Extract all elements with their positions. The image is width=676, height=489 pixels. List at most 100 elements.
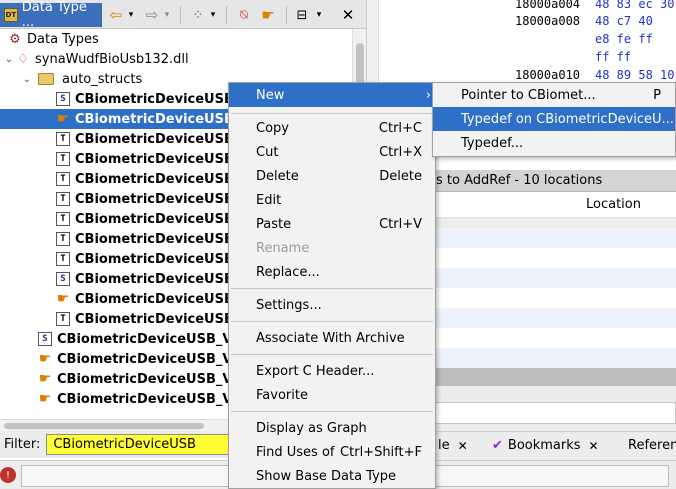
menu-item-label: Favorite [256, 387, 308, 403]
listing-address[interactable]: 18000a004 [515, 0, 580, 11]
chevron-down-icon[interactable]: ⌄ [2, 54, 16, 65]
location-column-header[interactable]: Location [586, 197, 641, 212]
data-types-root-icon: ⚙ [9, 31, 21, 47]
tab-console-label: le [438, 438, 450, 453]
menu-item-favorite[interactable]: Favorite [229, 383, 435, 407]
tree-item-label: CBiometricDeviceUSB [75, 271, 234, 287]
tree-item-label: CBiometricDeviceUSB [75, 111, 234, 127]
tree-item-label: CBiometricDeviceUSB [75, 311, 234, 327]
menu-item-shortcut: P [653, 87, 661, 103]
menu-item-label: Delete [256, 168, 299, 184]
listing-address[interactable]: 18000a008 [515, 14, 580, 28]
tree-folder-label: auto_structs [62, 71, 143, 87]
menu-item-label: Associate With Archive [256, 330, 405, 346]
menu-item-display-as-graph[interactable]: Display as Graph [229, 416, 435, 440]
submenu-item-typedef-on[interactable]: Typedef on CBiometricDeviceU... [433, 107, 675, 131]
tab-bookmarks[interactable]: ✔ Bookmarks ✕ [492, 438, 599, 453]
menu-item-label: Export C Header... [256, 363, 375, 379]
listing-bytes[interactable]: 48 89 58 10 [595, 68, 674, 82]
pointer-hand-icon: ☛ [38, 391, 52, 407]
typedef-icon: T [56, 212, 70, 226]
tree-item-label: CBiometricDeviceUSB_Vt [57, 331, 239, 347]
menu-item-label: Display as Graph [256, 420, 367, 436]
data-type-manager-icon: DT [4, 8, 18, 22]
back-arrow-icon[interactable]: ⇦ [106, 5, 126, 25]
typedef-icon: T [56, 232, 70, 246]
menu-item-new[interactable]: New › [229, 83, 435, 107]
data-type-manager-tab[interactable]: DT Data Type ... [0, 0, 102, 30]
menu-item-export-c-header[interactable]: Export C Header... [229, 359, 435, 383]
struct-icon: S [56, 272, 70, 286]
tree-item-label: CBiometricDeviceUSB [75, 171, 234, 187]
filter-no-pointers-icon[interactable]: ⍉ [234, 5, 254, 25]
context-menu: New › Copy Ctrl+C Cut Ctrl+X Delete Dele… [228, 82, 436, 489]
menu-item-shortcut: Ctrl+V [379, 216, 422, 232]
submenu-item-typedef[interactable]: Typedef... [433, 131, 675, 155]
expand-types-icon[interactable]: ⁘ [188, 5, 208, 25]
forward-dropdown-icon[interactable]: ▾ [162, 5, 172, 25]
listing-bytes[interactable]: e8 fe ff [595, 32, 653, 46]
tree-item-label: CBiometricDeviceUSB [75, 191, 234, 207]
menu-item-rename: Rename [229, 236, 435, 260]
listing-bytes[interactable]: 48 83 ec 30 [595, 0, 674, 11]
tab-console[interactable]: le ✕ [438, 438, 468, 453]
struct-icon: S [56, 92, 70, 106]
tree-item-label: CBiometricDeviceUSB_Vt [57, 351, 239, 367]
tree-item-label: CBiometricDeviceUSB [75, 91, 234, 107]
tree-root[interactable]: ⚙ Data Types [0, 29, 352, 49]
menu-item-associate-with-archive[interactable]: Associate With Archive [229, 326, 435, 350]
menu-item-label: Typedef on CBiometricDeviceU... [461, 111, 674, 127]
menu-item-delete[interactable]: Delete Delete [229, 164, 435, 188]
pointer-hand-toggle-icon[interactable]: ☛ [258, 5, 278, 25]
types-dropdown-icon[interactable]: ▾ [208, 5, 218, 25]
filter-input[interactable] [46, 434, 237, 455]
tree-archive-label: synaWudfBioUsb132.dll [35, 51, 189, 67]
tree-archive[interactable]: ⌄ ♢ synaWudfBioUsb132.dll [0, 49, 352, 69]
menu-item-label: Settings... [256, 297, 322, 313]
menu-item-cut[interactable]: Cut Ctrl+X [229, 140, 435, 164]
typedef-icon: T [56, 192, 70, 206]
listing-address[interactable]: 18000a010 [515, 68, 580, 82]
error-status-icon[interactable]: ! [0, 467, 16, 483]
menu-item-label: Cut [256, 144, 279, 160]
menu-item-settings[interactable]: Settings... [229, 293, 435, 317]
listing-bytes[interactable]: ff ff [595, 50, 631, 64]
menu-item-shortcut: Ctrl+X [379, 144, 422, 160]
toolbar-separator [226, 6, 227, 24]
references-title: s to AddRef - 10 locations [436, 173, 603, 188]
listing-bytes[interactable]: 48 c7 40 [595, 14, 653, 28]
filter-label: Filter: [4, 437, 41, 452]
menu-item-find-uses-of[interactable]: Find Uses of Ctrl+Shift+F [229, 440, 435, 464]
tab-references[interactable]: Referen [628, 438, 676, 453]
menu-item-label: Pointer to CBiomet... [461, 87, 596, 103]
chevron-down-icon[interactable]: ⌄ [20, 74, 34, 85]
struct-icon: S [38, 332, 52, 346]
close-icon[interactable]: ✕ [589, 439, 599, 453]
menu-item-label: Typedef... [461, 135, 524, 151]
menu-separator [231, 411, 433, 412]
menu-item-paste[interactable]: Paste Ctrl+V [229, 212, 435, 236]
toolbar-separator [180, 6, 181, 24]
menu-dropdown-icon[interactable]: ▾ [314, 5, 324, 25]
menu-item-label: Paste [256, 216, 292, 232]
menu-item-replace[interactable]: Replace... [229, 260, 435, 284]
back-dropdown-icon[interactable]: ▾ [126, 5, 136, 25]
menu-item-copy[interactable]: Copy Ctrl+C [229, 116, 435, 140]
forward-arrow-icon[interactable]: ⇨ [142, 5, 162, 25]
toolbar-separator [286, 6, 287, 24]
submenu-item-pointer[interactable]: Pointer to CBiomet... P [433, 83, 675, 107]
close-icon[interactable]: ✕ [338, 5, 358, 25]
menu-item-edit[interactable]: Edit [229, 188, 435, 212]
close-icon[interactable]: ✕ [458, 439, 468, 453]
collapse-all-icon[interactable]: ⊟ [292, 5, 312, 25]
menu-item-show-base-data-type[interactable]: Show Base Data Type [229, 464, 435, 488]
menu-item-label: Replace... [256, 264, 320, 280]
new-submenu: Pointer to CBiomet... P Typedef on CBiom… [432, 82, 676, 157]
menu-item-shortcut: Ctrl+Shift+F [340, 444, 422, 460]
menu-separator [231, 321, 433, 322]
scrollbar-thumb[interactable] [4, 423, 204, 429]
tab-references-label: Referen [628, 438, 676, 453]
tree-root-label: Data Types [27, 31, 99, 47]
typedef-icon: T [56, 132, 70, 146]
typedef-icon: T [56, 152, 70, 166]
